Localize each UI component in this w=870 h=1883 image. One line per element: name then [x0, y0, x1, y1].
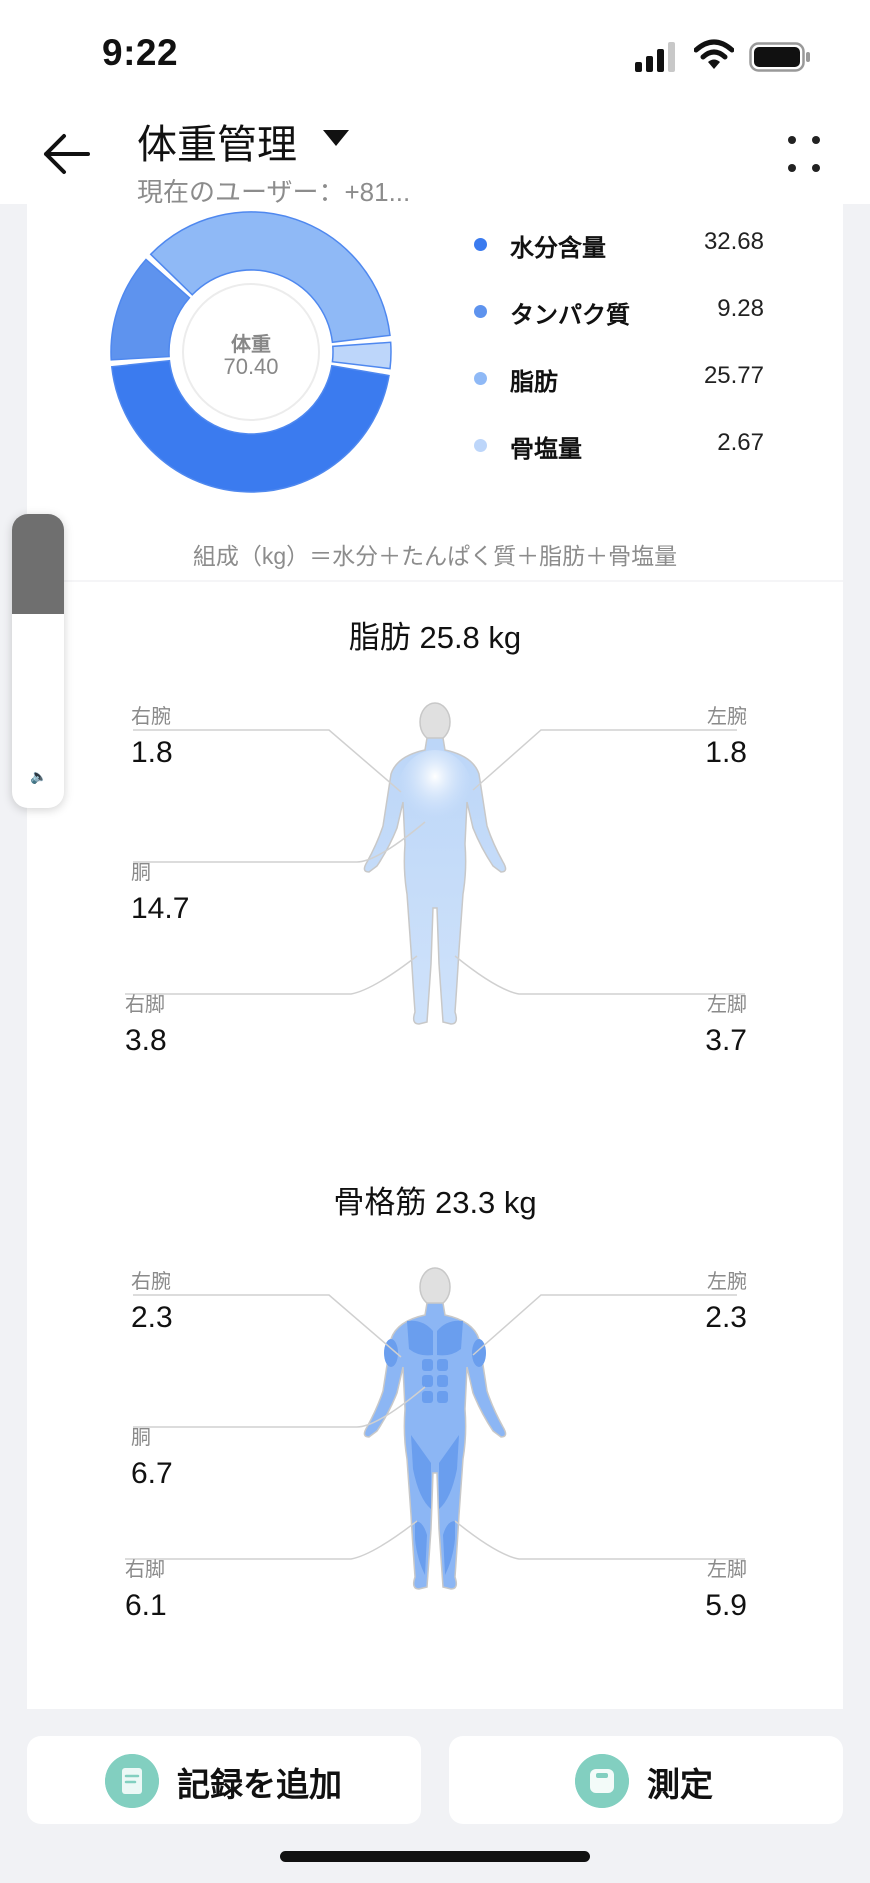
muscle-body-figure [363, 1267, 507, 1590]
composition-donut-chart: 体重 70.40 [91, 204, 411, 504]
donut-center-title: 体重 [231, 334, 271, 356]
cellular-signal-icon [635, 42, 675, 72]
battery-icon [749, 42, 810, 72]
fat-section-title: 脂肪 25.8 kg [348, 620, 522, 655]
muscle-right-leg-label: 右脚 [125, 1559, 165, 1581]
composition-legend: 水分含量 32.68 タンパク質 9.28 脂肪 25.77 骨塩量 2.67 [447, 220, 767, 488]
muscle-left-arm-value: 2.3 [705, 1301, 747, 1334]
dropdown-caret-icon[interactable] [323, 130, 349, 146]
composition-formula: 組成（kg）＝水分＋たんぱく質＋脂肪＋骨塩量 [192, 543, 678, 569]
legend-item-bone-mass: 骨塩量 2.67 [447, 421, 767, 488]
legend-name: 脂肪 [510, 369, 558, 396]
fat-left-leg-label: 左脚 [707, 994, 747, 1016]
measure-button[interactable]: 測定 [449, 1736, 843, 1824]
legend-dot [474, 439, 487, 452]
fat-right-leg-value: 3.8 [125, 1024, 167, 1057]
legend-item-protein: タンパク質 9.28 [447, 287, 767, 354]
speaker-icon: 🔈 [30, 768, 48, 784]
measure-label: 測定 [647, 1766, 713, 1803]
legend-dot [474, 372, 487, 385]
muscle-trunk-label: 胴 [131, 1427, 151, 1449]
scale-icon [575, 1754, 629, 1808]
legend-dot [474, 238, 487, 251]
legend-value: 2.67 [717, 429, 764, 456]
status-bar: 9:22 [0, 0, 870, 110]
page-title[interactable]: 体重管理 [137, 112, 297, 170]
muscle-trunk-value: 6.7 [131, 1457, 173, 1490]
notepad-icon [105, 1754, 159, 1808]
legend-value: 32.68 [703, 228, 764, 255]
status-time: 9:22 [102, 32, 179, 73]
muscle-section-title: 骨格筋 23.3 kg [333, 1185, 537, 1220]
donut-center-value: 70.40 [223, 354, 279, 379]
more-menu-icon[interactable] [784, 132, 824, 178]
muscle-left-leg-label: 左脚 [707, 1559, 747, 1581]
muscle-left-arm-label: 左腕 [707, 1271, 747, 1293]
volume-slider[interactable]: 🔈 [12, 514, 64, 808]
muscle-right-arm-value: 2.3 [131, 1301, 173, 1334]
volume-level-fill [12, 514, 64, 614]
fat-left-arm-label: 左腕 [707, 706, 747, 728]
fat-left-arm-value: 1.8 [705, 736, 747, 769]
legend-value: 9.28 [717, 295, 764, 322]
home-indicator [280, 1851, 590, 1862]
back-arrow-icon[interactable] [40, 128, 92, 180]
body-composition-card: 体重 70.40 水分含量 32.68 タンパク質 9.28 脂肪 25.77 … [27, 204, 843, 1709]
app-header: 体重管理 現在のユーザー：+81... [0, 110, 870, 207]
legend-item-water: 水分含量 32.68 [447, 220, 767, 287]
section-divider [27, 580, 843, 582]
muscle-right-leg-value: 6.1 [125, 1589, 167, 1622]
fat-body-figure [363, 702, 507, 1025]
fat-right-arm-label: 右腕 [131, 706, 171, 728]
fat-right-arm-value: 1.8 [131, 736, 173, 769]
muscle-left-leg-value: 5.9 [705, 1589, 747, 1622]
legend-item-fat: 脂肪 25.77 [447, 354, 767, 421]
add-record-label: 記録を追加 [177, 1766, 342, 1803]
fat-trunk-value: 14.7 [131, 892, 190, 925]
legend-value: 25.77 [703, 362, 764, 389]
legend-name: 水分含量 [510, 235, 606, 262]
fat-right-leg-label: 右脚 [125, 994, 165, 1016]
wifi-icon [694, 39, 734, 69]
legend-dot [474, 305, 487, 318]
fat-left-leg-value: 3.7 [705, 1024, 747, 1057]
fat-trunk-label: 胴 [131, 862, 151, 884]
add-record-button[interactable]: 記録を追加 [27, 1736, 421, 1824]
muscle-right-arm-label: 右腕 [131, 1271, 171, 1293]
legend-name: 骨塩量 [510, 436, 582, 463]
legend-name: タンパク質 [510, 302, 630, 329]
